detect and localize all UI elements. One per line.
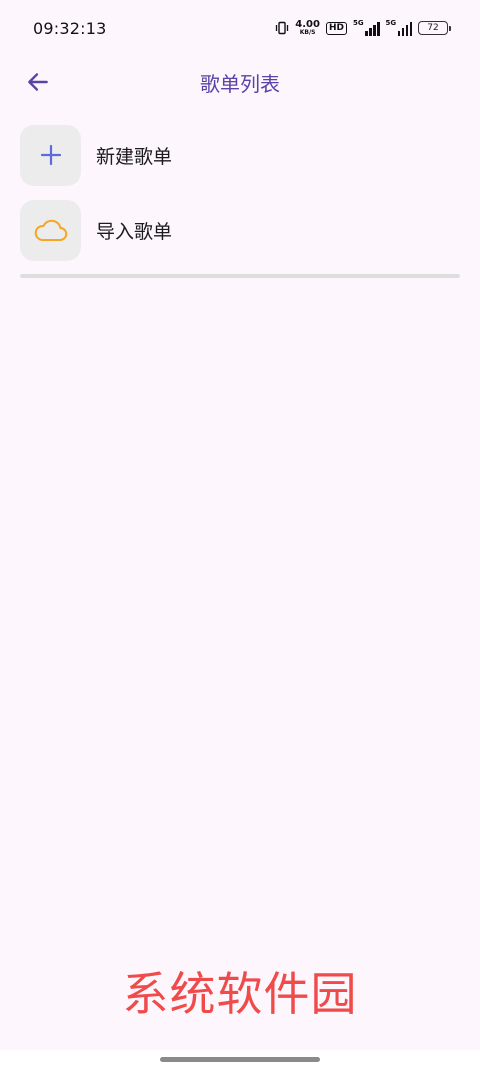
battery-level: 72 bbox=[427, 23, 439, 33]
page-title: 歌单列表 bbox=[200, 71, 280, 96]
list-divider bbox=[20, 274, 460, 278]
import-playlist-icon-box bbox=[20, 199, 81, 261]
import-playlist-item[interactable]: 导入歌单 bbox=[20, 199, 460, 261]
import-playlist-label: 导入歌单 bbox=[96, 220, 173, 243]
status-bar: 09:32:13 4.00 KB/S HD 5G 5G 72 bbox=[0, 0, 480, 56]
battery-icon: 72 bbox=[418, 21, 451, 35]
watermark: 系统软件园 bbox=[122, 967, 358, 1021]
network-speed: 4.00 KB/S bbox=[295, 20, 320, 36]
network-speed-unit: KB/S bbox=[299, 29, 316, 36]
sim2-label: 5G bbox=[385, 19, 397, 27]
plus-icon bbox=[40, 144, 61, 166]
hd-badge: HD bbox=[325, 21, 347, 35]
signal-icon: 5G bbox=[353, 19, 380, 36]
vibrate-icon bbox=[276, 21, 289, 35]
arrow-left-icon bbox=[28, 73, 48, 91]
cloud-icon bbox=[34, 219, 67, 241]
new-playlist-label: 新建歌单 bbox=[96, 145, 173, 168]
signal-icon: 5G bbox=[385, 19, 412, 36]
playlist-actions-list: 新建歌单 导入歌单 bbox=[20, 124, 460, 274]
status-icons: 4.00 KB/S HD 5G 5G 72 bbox=[275, 19, 451, 36]
sim1-label: 5G bbox=[353, 19, 364, 27]
new-playlist-item[interactable]: 新建歌单 bbox=[20, 124, 460, 186]
back-button[interactable] bbox=[22, 66, 54, 98]
new-playlist-icon-box bbox=[20, 124, 81, 186]
home-indicator[interactable] bbox=[160, 1057, 320, 1062]
status-time: 09:32:13 bbox=[33, 18, 107, 38]
app-bar: 歌单列表 bbox=[0, 56, 480, 108]
